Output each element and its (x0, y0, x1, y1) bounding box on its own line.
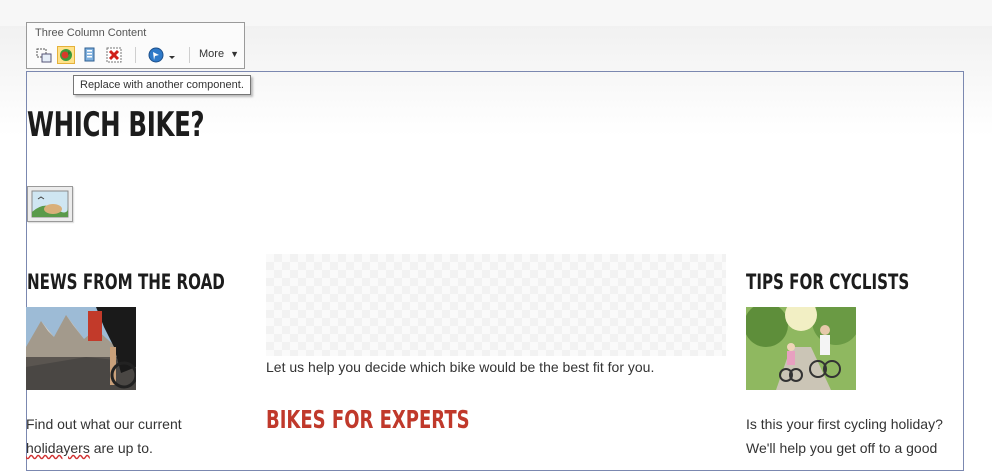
family-cycling-photo (746, 307, 856, 390)
tips-heading: TIPS FOR CYCLISTS (746, 270, 910, 294)
chevron-down-icon: ▼ (230, 49, 240, 59)
delete-icon[interactable] (105, 46, 123, 64)
toolbar-separator (189, 47, 190, 63)
properties-icon[interactable] (81, 46, 99, 64)
cyclist-photo (26, 307, 136, 390)
navigate-icon[interactable] (147, 46, 179, 64)
center-intro: Let us help you decide which bike would … (266, 359, 655, 375)
news-text-line1: Find out what our current (26, 416, 182, 432)
page-title: WHICH BIKE? (27, 105, 205, 145)
news-text: Find out what our current holidayers are… (26, 412, 246, 460)
select-parent-icon[interactable] (35, 46, 53, 64)
toolbar-title: Three Column Content (35, 27, 147, 39)
image-placeholder-icon[interactable] (27, 186, 73, 222)
component-toolbar: Three Column Content More ▼ (26, 22, 245, 69)
news-text-line2: are up to. (89, 440, 153, 456)
more-label: More (199, 48, 225, 60)
more-menu[interactable]: More ▼ (199, 48, 239, 60)
tips-text: Is this your first cycling holiday? We'l… (746, 412, 986, 460)
tooltip: Replace with another component. (73, 75, 251, 95)
tips-text-line1: Is this your first cycling holiday? (746, 416, 943, 432)
replace-component-icon[interactable] (57, 46, 75, 64)
experts-heading: BIKES FOR EXPERTS (266, 405, 470, 434)
tips-text-line2: We'll help you get off to a good (746, 440, 938, 456)
toolbar-separator (135, 47, 136, 63)
news-text-spellcheck-word: holidayers (26, 440, 90, 456)
news-heading: NEWS FROM THE ROAD (27, 270, 225, 294)
center-image-placeholder (266, 254, 726, 356)
